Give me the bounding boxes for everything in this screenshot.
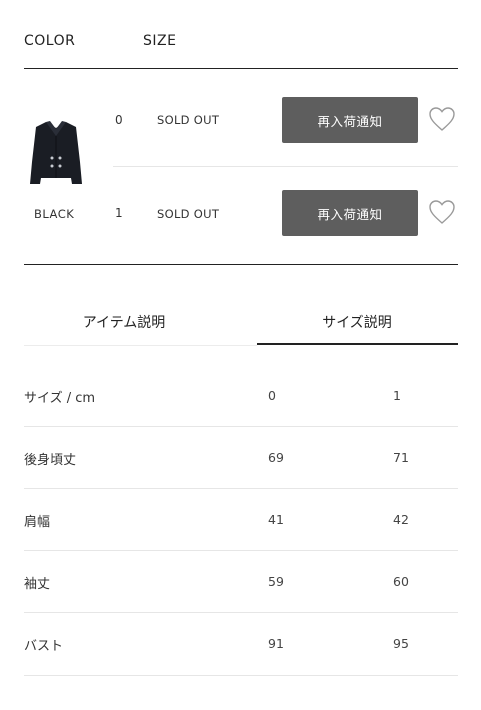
size-row-col0: 41 xyxy=(268,512,284,527)
variant-status: SOLD OUT xyxy=(157,207,220,221)
variant-status: SOLD OUT xyxy=(157,113,220,127)
header-divider xyxy=(24,68,458,69)
size-row-col1: 95 xyxy=(393,636,409,651)
restock-notify-button[interactable]: 再入荷通知 xyxy=(282,97,418,143)
tab-underline-active xyxy=(257,343,458,345)
color-column-header: COLOR xyxy=(24,33,76,49)
heart-icon[interactable] xyxy=(428,106,456,132)
table-row-divider xyxy=(24,612,458,613)
tab-underline-inactive xyxy=(24,345,257,346)
table-row-divider xyxy=(24,675,458,676)
size-row-label: 肩幅 xyxy=(24,515,51,530)
size-table-header-label: サイズ / cm xyxy=(24,391,96,406)
size-row-col0: 91 xyxy=(268,636,284,651)
size-row-col1: 71 xyxy=(393,450,409,465)
product-thumbnail[interactable] xyxy=(28,118,84,190)
size-row-label: バスト xyxy=(24,639,64,654)
size-row-col0: 69 xyxy=(268,450,284,465)
size-row-label: 袖丈 xyxy=(24,577,51,592)
heart-icon[interactable] xyxy=(428,199,456,225)
table-row-divider xyxy=(24,550,458,551)
size-row-col0: 59 xyxy=(268,574,284,589)
tab-item-description[interactable]: アイテム説明 xyxy=(24,312,224,332)
product-divider xyxy=(24,264,458,265)
size-row-col1: 60 xyxy=(393,574,409,589)
variant-size: 1 xyxy=(115,206,123,220)
size-row-label: 後身頃丈 xyxy=(24,453,77,468)
size-table-header-col0: 0 xyxy=(268,388,276,403)
table-row-divider xyxy=(24,488,458,489)
color-name: BLACK xyxy=(34,207,75,221)
variant-size: 0 xyxy=(115,113,123,127)
tab-size-description[interactable]: サイズ説明 xyxy=(257,312,457,332)
size-column-header: SIZE xyxy=(143,33,177,49)
variant-divider xyxy=(113,166,458,167)
table-row-divider xyxy=(24,426,458,427)
jacket-image xyxy=(30,121,82,184)
restock-notify-button[interactable]: 再入荷通知 xyxy=(282,190,418,236)
size-row-col1: 42 xyxy=(393,512,409,527)
size-table-header-col1: 1 xyxy=(393,388,401,403)
